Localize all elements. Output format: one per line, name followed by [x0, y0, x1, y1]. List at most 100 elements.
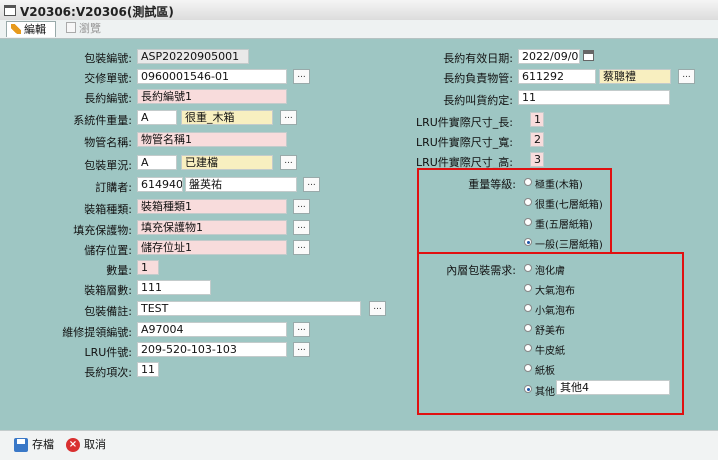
calendar-icon[interactable]	[583, 50, 594, 61]
sys-weight-text-field[interactable]: 很重_木箱	[181, 110, 273, 125]
inner-packaging-option-label: 牛皮紙	[535, 346, 565, 357]
tab-browse[interactable]: 瀏覽	[62, 21, 118, 37]
inner-packaging-option-label: 其他	[535, 387, 555, 398]
save-icon	[14, 438, 28, 452]
lru-height-field[interactable]: 3	[530, 152, 544, 167]
repair-slip-field[interactable]: A97004	[137, 322, 287, 337]
weight-level-option-label: 一般(三層紙箱)	[535, 240, 603, 251]
cancel-icon: ×	[66, 438, 80, 452]
window-icon	[4, 5, 16, 16]
order-rule-field[interactable]: 11	[518, 90, 670, 105]
box-type-label: 裝箱種類:	[84, 203, 132, 216]
weight-level-option-label: 重(五層紙箱)	[535, 220, 593, 231]
package-note-lookup-button[interactable]: ...	[369, 301, 386, 316]
contract-item-label: 長約項次:	[84, 366, 132, 379]
box-layers-label: 裝箱層數:	[84, 284, 132, 297]
package-status-label: 包裝單況:	[84, 159, 132, 172]
material-name-label: 物管名稱:	[84, 136, 132, 149]
manager-lookup-button[interactable]: ...	[678, 69, 695, 84]
repair-order-label: 交修單號:	[84, 72, 132, 85]
sys-weight-code-field[interactable]: A	[137, 110, 177, 125]
qty-label: 數量:	[106, 264, 132, 277]
repair-order-lookup-button[interactable]: ...	[293, 69, 310, 84]
lru-part-lookup-button[interactable]: ...	[293, 342, 310, 357]
inner-packaging-radio[interactable]	[524, 284, 532, 292]
document-icon	[66, 22, 76, 33]
manager-name-field[interactable]: 蔡聰禮	[599, 69, 671, 84]
weight-level-option-label: 很重(七層紙箱)	[535, 200, 603, 211]
order-rule-label: 長約叫貨約定:	[443, 94, 513, 107]
title-bar: V20306:V20306(測試區)	[0, 0, 718, 21]
valid-date-field[interactable]: 2022/09/05	[518, 49, 580, 64]
contract-no-field[interactable]: 長約編號1	[137, 89, 287, 104]
inner-packaging-radio[interactable]	[524, 304, 532, 312]
weight-level-radio[interactable]	[524, 178, 532, 186]
valid-date-label: 長約有效日期:	[443, 52, 513, 65]
inner-packaging-option-label: 舒美布	[535, 326, 565, 337]
save-button[interactable]: 存檔	[14, 437, 60, 453]
inner-packaging-option-label: 小氣泡布	[535, 306, 575, 317]
storage-label: 儲存位置:	[84, 244, 132, 257]
package-status-lookup-button[interactable]: ...	[280, 155, 297, 170]
lru-part-field[interactable]: 209-520-103-103	[137, 342, 287, 357]
repair-order-field[interactable]: 0960001546-01	[137, 69, 287, 84]
inner-packaging-option-label: 紙板	[535, 366, 555, 377]
orderer-name-field[interactable]: 盤英祐	[185, 177, 297, 192]
window-title: V20306:V20306(測試區)	[20, 5, 174, 19]
lru-length-label: LRU件實際尺寸_長:	[415, 116, 513, 129]
inner-packaging-radio-selected[interactable]	[524, 385, 532, 393]
save-button-label: 存檔	[32, 438, 54, 451]
package-no-label: 包裝編號:	[84, 52, 132, 65]
qty-field[interactable]: 1	[137, 260, 159, 275]
cancel-button[interactable]: × 取消	[66, 437, 112, 453]
inner-packaging-option-label: 泡化膚	[535, 266, 565, 277]
sys-weight-label: 系統件重量:	[73, 114, 132, 127]
cancel-button-label: 取消	[84, 438, 106, 451]
filler-field[interactable]: 填充保護物1	[137, 220, 287, 235]
tab-edit-label: 編輯	[24, 23, 46, 36]
weight-level-radio[interactable]	[524, 198, 532, 206]
orderer-label: 訂購者:	[95, 181, 132, 194]
weight-level-radio-selected[interactable]	[524, 238, 532, 246]
storage-field[interactable]: 儲存位址1	[137, 240, 287, 255]
weight-level-radio[interactable]	[524, 218, 532, 226]
inner-packaging-option-label: 大氣泡布	[535, 286, 575, 297]
manager-label: 長約負責物管:	[443, 72, 513, 85]
inner-packaging-radio[interactable]	[524, 344, 532, 352]
inner-packaging-other-field[interactable]: 其他4	[556, 380, 670, 395]
storage-lookup-button[interactable]: ...	[293, 240, 310, 255]
weight-level-option-label: 極重(木箱)	[535, 180, 583, 191]
orderer-lookup-button[interactable]: ...	[303, 177, 320, 192]
inner-packaging-radio[interactable]	[524, 364, 532, 372]
inner-packaging-radio[interactable]	[524, 264, 532, 272]
contract-item-field[interactable]: 11	[137, 362, 159, 377]
box-type-lookup-button[interactable]: ...	[293, 199, 310, 214]
filler-label: 填充保護物:	[73, 224, 132, 237]
package-note-label: 包裝備註:	[84, 305, 132, 318]
lru-width-label: LRU件實際尺寸_寬:	[415, 136, 513, 149]
tab-browse-label: 瀏覽	[79, 22, 101, 35]
contract-no-label: 長約編號:	[84, 92, 132, 105]
sys-weight-lookup-button[interactable]: ...	[280, 110, 297, 125]
tab-edit[interactable]: 編輯	[6, 21, 56, 37]
lru-length-field[interactable]: 1	[530, 112, 544, 127]
orderer-code-field[interactable]: 614940	[137, 177, 183, 192]
inner-packaging-label: 內層包裝需求:	[446, 264, 516, 277]
footer-toolbar: 存檔 × 取消	[0, 430, 718, 460]
tab-bar: 編輯 瀏覽	[0, 20, 718, 39]
box-type-field[interactable]: 裝箱種類1	[137, 199, 287, 214]
package-note-field[interactable]: TEST	[137, 301, 361, 316]
repair-slip-label: 維修提領編號:	[62, 326, 132, 339]
lru-part-label: LRU件號:	[84, 346, 132, 359]
inner-packaging-radio[interactable]	[524, 324, 532, 332]
material-name-field[interactable]: 物管名稱1	[137, 132, 287, 147]
pencil-icon	[11, 24, 21, 34]
repair-slip-lookup-button[interactable]: ...	[293, 322, 310, 337]
package-status-code-field[interactable]: A	[137, 155, 177, 170]
package-status-text-field[interactable]: 已建檔	[181, 155, 273, 170]
filler-lookup-button[interactable]: ...	[293, 220, 310, 235]
lru-width-field[interactable]: 2	[530, 132, 544, 147]
package-no-field[interactable]: ASP20220905001	[137, 49, 249, 64]
box-layers-field[interactable]: 111	[137, 280, 211, 295]
manager-code-field[interactable]: 611292	[518, 69, 596, 84]
